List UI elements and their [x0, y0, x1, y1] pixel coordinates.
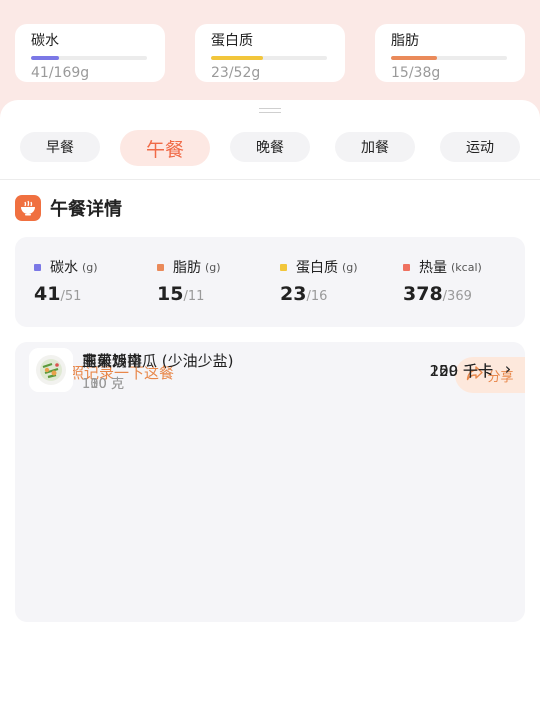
section-header: 午餐详情	[15, 195, 122, 221]
tab-exercise[interactable]: 运动	[440, 132, 520, 162]
chevron-right-icon: ›	[505, 360, 511, 378]
macro-value: 41/169g	[31, 65, 90, 81]
summary-current: 15	[157, 283, 184, 305]
tab-snack[interactable]: 加餐	[335, 132, 415, 162]
tab-label: 运动	[466, 140, 494, 156]
summary-target: /11	[183, 289, 205, 304]
fat-legend-dot	[157, 263, 164, 271]
summary-target: /16	[306, 289, 328, 304]
summary-target: /51	[60, 289, 82, 304]
drag-handle[interactable]	[259, 108, 281, 114]
macro-progress-bar	[31, 56, 147, 60]
tab-lunch[interactable]: 午餐	[120, 130, 210, 166]
summary-unit: (g)	[342, 260, 358, 274]
macro-progress-bar	[211, 56, 327, 60]
tab-dinner[interactable]: 晚餐	[230, 132, 310, 162]
protein-legend-dot	[280, 263, 287, 271]
tab-label: 加餐	[361, 140, 389, 156]
summary-current: 41	[34, 283, 61, 305]
summary-label: 脂肪	[173, 260, 201, 276]
tab-label: 午餐	[145, 138, 184, 161]
summary-unit: (kcal)	[451, 260, 482, 274]
summary-protein: 蛋白质 (g) 23/16	[280, 257, 358, 305]
calories-legend-dot	[403, 263, 410, 271]
summary-label: 碳水	[50, 260, 78, 276]
macro-progress-fill	[31, 56, 59, 60]
macro-progress-bar	[391, 56, 507, 60]
macro-value: 15/38g	[391, 65, 441, 81]
tab-breakfast[interactable]: 早餐	[20, 132, 100, 162]
macro-card-fat: 脂肪 15/38g	[375, 24, 525, 82]
section-title: 午餐详情	[50, 199, 122, 220]
macro-card-carbs: 碳水 41/169g	[15, 24, 165, 82]
summary-fat: 脂肪 (g) 15/11	[157, 257, 221, 305]
food-name: 韭菜炒南瓜 (少油少盐)	[82, 352, 234, 370]
summary-current: 378	[403, 283, 443, 305]
summary-current: 23	[280, 283, 307, 305]
summary-calories: 热量 (kcal) 378/369	[403, 257, 482, 305]
macro-card-protein: 蛋白质 23/52g	[195, 24, 345, 82]
macro-name: 碳水	[31, 33, 59, 49]
tab-divider	[0, 179, 540, 180]
pumpkin-chives-thumbnail	[29, 348, 73, 392]
daily-macro-summary: 碳水 41/169g 蛋白质 23/52g 脂肪 15/38g	[0, 0, 540, 112]
macro-progress-fill	[211, 56, 263, 60]
food-amount: 130 克	[82, 377, 124, 392]
tab-label: 早餐	[46, 140, 74, 156]
carbs-legend-dot	[34, 263, 41, 271]
food-calories: 59 千卡	[439, 362, 493, 380]
meal-nutrition-summary: 碳水 (g) 41/51 脂肪 (g) 15/11 蛋白质 (g) 23/16 热量 (…	[15, 237, 525, 327]
summary-unit: (g)	[205, 260, 221, 274]
food-rows: 玉米饭 100 克 100 千卡 › 南煎鸡排 110 克 220 千卡 › 韭…	[15, 342, 525, 622]
summary-unit: (g)	[82, 260, 98, 274]
tab-label: 晚餐	[256, 140, 284, 156]
macro-progress-fill	[391, 56, 437, 60]
summary-label: 蛋白质	[296, 260, 338, 276]
summary-label: 热量	[419, 260, 447, 276]
lunch-bowl-icon	[15, 195, 41, 221]
macro-name: 蛋白质	[211, 33, 253, 49]
summary-carbs: 碳水 (g) 41/51	[34, 257, 98, 305]
macro-name: 脂肪	[391, 33, 419, 49]
summary-target: /369	[442, 289, 472, 304]
macro-value: 23/52g	[211, 65, 261, 81]
